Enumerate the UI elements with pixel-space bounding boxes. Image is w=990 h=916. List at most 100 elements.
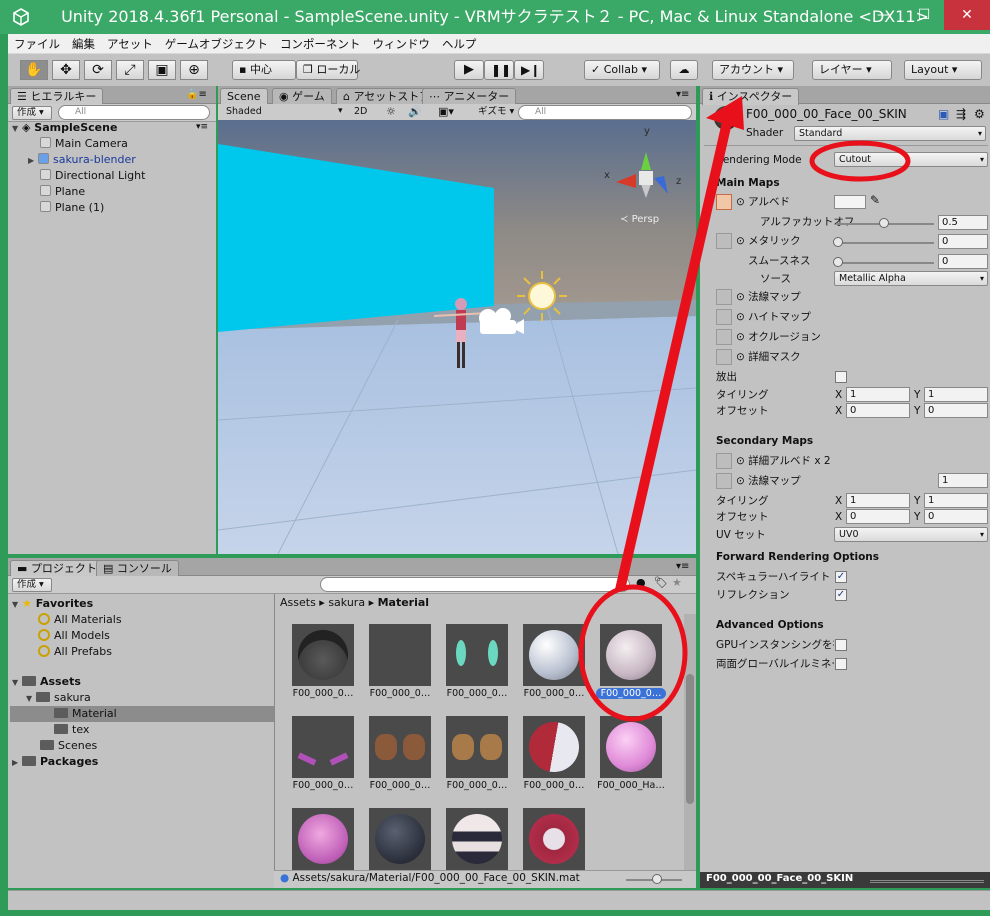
tab-console[interactable]: ▤ コンソール bbox=[96, 560, 179, 577]
maximize-button[interactable]: ☐ bbox=[904, 0, 944, 30]
menu-window[interactable]: ウィンドウ bbox=[366, 34, 436, 54]
tab-project[interactable]: ▬ プロジェクト bbox=[10, 560, 104, 577]
occlusion-slot[interactable] bbox=[716, 329, 732, 345]
rotate-tool-icon[interactable]: ⟳ bbox=[84, 60, 112, 80]
detail-albedo-slot[interactable] bbox=[716, 453, 732, 469]
offset-y-field[interactable]: 0 bbox=[924, 403, 988, 418]
account-button[interactable]: アカウント ▾ bbox=[712, 60, 794, 80]
expand-triangle-icon[interactable]: ▼ bbox=[12, 675, 22, 691]
collab-button[interactable]: ✓ Collab ▾ bbox=[584, 60, 660, 80]
height-map-slot[interactable] bbox=[716, 309, 732, 325]
tiling-x-field[interactable]: 1 bbox=[846, 387, 910, 402]
tree-sakura[interactable]: ▼ sakura bbox=[26, 690, 91, 706]
detail-albedo-label[interactable]: ⊙ 詳細アルベド x 2 bbox=[736, 453, 831, 469]
toggle-2d-button[interactable]: 2D bbox=[350, 106, 372, 120]
create-dropdown[interactable]: 作成 ▾ bbox=[12, 106, 52, 120]
breadcrumb-material[interactable]: Material bbox=[378, 596, 429, 609]
hierarchy-item-plane[interactable]: Plane bbox=[40, 184, 85, 200]
filter-type-icon[interactable]: ● bbox=[636, 576, 646, 589]
metallic-label[interactable]: ⊙ メタリック bbox=[736, 233, 801, 249]
secondary-normal-slot[interactable] bbox=[716, 473, 732, 489]
shading-mode-dropdown[interactable]: Shaded bbox=[222, 106, 346, 120]
menu-assets[interactable]: アセット bbox=[101, 34, 159, 54]
panel-menu-icon[interactable]: ▾≡ bbox=[676, 561, 689, 572]
occlusion-label[interactable]: ⊙ オクルージョン bbox=[736, 329, 821, 345]
favorite-star-icon[interactable]: ★ bbox=[672, 576, 682, 589]
pause-button[interactable]: ❚❚ bbox=[484, 60, 514, 80]
material-thumb[interactable] bbox=[446, 716, 508, 778]
tree-all-materials[interactable]: All Materials bbox=[38, 612, 122, 628]
tab-scene[interactable]: Scene bbox=[220, 88, 268, 105]
normal-map-label[interactable]: ⊙ 法線マップ bbox=[736, 289, 801, 305]
sec-tiling-x-field[interactable]: 1 bbox=[846, 493, 910, 508]
hierarchy-item-directional-light[interactable]: Directional Light bbox=[40, 168, 145, 184]
tab-inspector[interactable]: ℹ インスペクター bbox=[702, 88, 800, 105]
shader-dropdown[interactable]: Standard bbox=[794, 126, 986, 141]
sec-tiling-y-field[interactable]: 1 bbox=[924, 493, 988, 508]
reflections-checkbox[interactable]: ✓ bbox=[835, 589, 847, 601]
menu-gameobject[interactable]: ゲームオブジェクト bbox=[159, 34, 274, 54]
menu-file[interactable]: ファイル bbox=[8, 34, 66, 54]
tree-packages[interactable]: ▶ Packages bbox=[12, 754, 98, 770]
uv-set-dropdown[interactable]: UV0 bbox=[834, 527, 988, 542]
scene-viewport[interactable]: y x z ≺ Persp bbox=[218, 120, 696, 554]
transform-tool-icon[interactable]: ⊕ bbox=[180, 60, 208, 80]
albedo-color-swatch[interactable] bbox=[834, 195, 866, 209]
scene-menu-icon[interactable]: ▾≡ bbox=[196, 122, 208, 132]
close-button[interactable]: ✕ bbox=[944, 0, 990, 30]
detail-mask-slot[interactable] bbox=[716, 349, 732, 365]
smoothness-knob[interactable] bbox=[833, 257, 843, 267]
detail-mask-label[interactable]: ⊙ 詳細マスク bbox=[736, 349, 801, 365]
menu-help[interactable]: ヘルプ bbox=[436, 34, 483, 54]
hierarchy-item-sakura-blender[interactable]: ▶ sakura-blender bbox=[28, 152, 136, 168]
preset-icon[interactable]: ⇶ bbox=[956, 107, 966, 121]
expand-triangle-icon[interactable]: ▼ bbox=[12, 121, 22, 137]
layers-button[interactable]: レイヤー ▾ bbox=[812, 60, 892, 80]
emission-checkbox[interactable] bbox=[835, 371, 847, 383]
audio-toggle-icon[interactable]: 🔊 bbox=[408, 105, 422, 118]
collapse-triangle-icon[interactable]: ▶ bbox=[28, 153, 38, 169]
collapse-triangle-icon[interactable]: ▶ bbox=[12, 755, 22, 771]
hierarchy-search-input[interactable]: All bbox=[58, 105, 210, 120]
scrollbar[interactable] bbox=[684, 614, 696, 870]
tab-animator[interactable]: ⋯ アニメーター bbox=[422, 88, 517, 105]
menu-edit[interactable]: 編集 bbox=[66, 34, 101, 54]
layout-button[interactable]: Layout ▾ bbox=[904, 60, 982, 80]
hierarchy-item-main-camera[interactable]: Main Camera bbox=[40, 136, 128, 152]
breadcrumb-sakura[interactable]: sakura bbox=[328, 596, 365, 609]
material-thumb[interactable] bbox=[600, 716, 662, 778]
perspective-label[interactable]: ≺ Persp bbox=[620, 214, 659, 225]
move-tool-icon[interactable]: ✥ bbox=[52, 60, 80, 80]
material-thumb[interactable] bbox=[292, 716, 354, 778]
tree-tex[interactable]: tex bbox=[54, 722, 89, 738]
tree-assets[interactable]: ▼ Assets bbox=[12, 674, 81, 690]
normal-map-slot[interactable] bbox=[716, 289, 732, 305]
height-map-label[interactable]: ⊙ ハイトマップ bbox=[736, 309, 811, 325]
smoothness-slider[interactable] bbox=[836, 262, 934, 264]
material-thumb[interactable] bbox=[369, 624, 431, 686]
help-book-icon[interactable]: ▣ bbox=[938, 107, 949, 121]
scale-tool-icon[interactable]: ⤢ bbox=[116, 60, 144, 80]
source-dropdown[interactable]: Metallic Alpha bbox=[834, 271, 988, 286]
metallic-field[interactable]: 0 bbox=[938, 234, 988, 249]
material-thumb[interactable] bbox=[292, 624, 354, 686]
secondary-normal-label[interactable]: ⊙ 法線マップ bbox=[736, 473, 801, 489]
tiling-y-field[interactable]: 1 bbox=[924, 387, 988, 402]
eyedropper-icon[interactable]: ✎ bbox=[870, 193, 880, 207]
tab-hierarchy[interactable]: ☰ ヒエラルキー bbox=[10, 88, 104, 105]
pivot-center-button[interactable]: ▪ 中心 bbox=[232, 60, 296, 80]
material-thumb[interactable] bbox=[369, 716, 431, 778]
material-thumb[interactable] bbox=[369, 808, 431, 870]
tree-scenes[interactable]: Scenes bbox=[40, 738, 97, 754]
secondary-normal-scale-field[interactable]: 1 bbox=[938, 473, 988, 488]
play-button[interactable]: ▶ bbox=[454, 60, 484, 80]
rendering-mode-dropdown[interactable]: Cutout bbox=[834, 152, 988, 167]
tab-game[interactable]: ◉ ゲーム bbox=[272, 88, 332, 105]
material-thumb[interactable] bbox=[523, 808, 585, 870]
alpha-cutoff-field[interactable]: 0.5 bbox=[938, 215, 988, 230]
gear-icon[interactable]: ⚙ bbox=[974, 107, 985, 121]
panel-menu-icon[interactable]: ▾≡ bbox=[676, 89, 689, 100]
scrollbar-thumb[interactable] bbox=[686, 674, 694, 804]
tree-all-models[interactable]: All Models bbox=[38, 628, 110, 644]
lock-icon[interactable]: 🔒≡ bbox=[186, 89, 207, 100]
